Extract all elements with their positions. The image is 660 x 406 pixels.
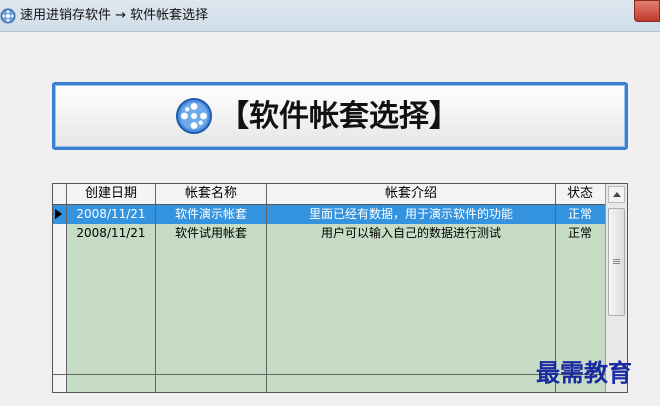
cell-date: 2008/11/21 — [76, 207, 146, 221]
cell-name: 软件试用帐套 — [174, 226, 247, 240]
table-row[interactable]: 2008/11/21 软件演示帐套 里面已经有数据，用于演示软件的功能 正常 — [53, 205, 605, 224]
column-header-name[interactable]: 帐套名称 — [156, 184, 266, 204]
scroll-thumb[interactable] — [608, 208, 625, 316]
cell-name: 软件演示帐套 — [174, 207, 247, 221]
column-divider — [155, 184, 156, 392]
cell-status: 正常 — [567, 207, 592, 221]
grid-header: 创建日期 帐套名称 帐套介绍 状态 — [53, 184, 605, 205]
grip-icon — [613, 259, 620, 260]
film-reel-icon — [176, 98, 212, 134]
cell-intro: 用户可以输入自己的数据进行测试 — [320, 226, 501, 240]
cell-status: 正常 — [567, 226, 592, 240]
header-banner: 【软件帐套选择】 — [52, 82, 628, 150]
column-header-date[interactable]: 创建日期 — [67, 184, 155, 204]
watermark-text: 最需教育 — [536, 358, 632, 387]
cell-intro: 里面已经有数据，用于演示软件的功能 — [308, 207, 513, 221]
grid-footer-row — [53, 374, 605, 392]
film-reel-icon — [0, 8, 16, 24]
table-row[interactable]: 2008/11/21 软件试用帐套 用户可以输入自己的数据进行测试 正常 — [53, 224, 605, 243]
page-title: 【软件帐套选择】 — [219, 99, 459, 134]
window-title: 速用进销存软件 → 软件帐套选择 — [20, 8, 209, 23]
column-header-status[interactable]: 状态 — [556, 184, 604, 204]
window-close-button[interactable] — [634, 0, 660, 22]
column-divider — [66, 184, 67, 392]
column-header-intro[interactable]: 帐套介绍 — [267, 184, 555, 204]
row-pointer-icon — [55, 209, 62, 219]
scroll-up-arrow-icon[interactable] — [608, 186, 625, 203]
column-divider — [266, 184, 267, 392]
cell-date: 2008/11/21 — [76, 226, 146, 240]
window-titlebar: 速用进销存软件 → 软件帐套选择 — [0, 0, 660, 32]
